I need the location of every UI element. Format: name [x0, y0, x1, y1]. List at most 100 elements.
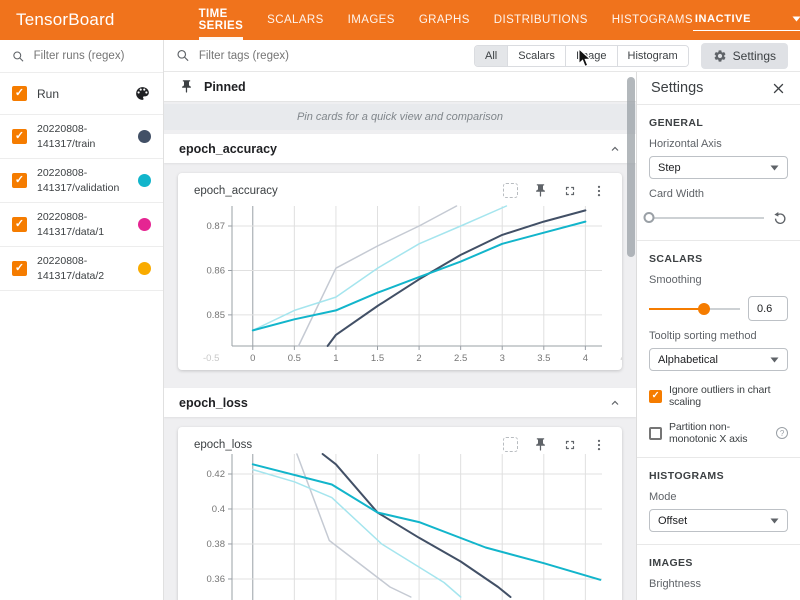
- close-icon[interactable]: [771, 81, 786, 96]
- svg-text:0.5: 0.5: [288, 353, 301, 364]
- pin-hint-banner: Pin cards for a quick view and compariso…: [164, 104, 636, 130]
- svg-text:0: 0: [250, 353, 255, 364]
- filter-histogram-button[interactable]: Histogram: [617, 46, 688, 66]
- mouse-cursor: [578, 48, 592, 68]
- settings-button[interactable]: Settings: [701, 43, 788, 69]
- tooltip-sorting-select[interactable]: Alphabetical: [649, 348, 788, 371]
- card-width-slider[interactable]: [649, 211, 764, 225]
- filter-scalars-button[interactable]: Scalars: [507, 46, 565, 66]
- tags-toolbar: All Scalars Image Histogram Settings: [164, 40, 800, 72]
- svg-text:2: 2: [416, 353, 421, 364]
- app-logo: TensorBoard: [16, 10, 115, 30]
- filter-tags-input[interactable]: [199, 50, 474, 62]
- search-icon: [12, 49, 25, 64]
- app-header: TensorBoard TIME SERIES SCALARS IMAGES G…: [0, 0, 800, 40]
- svg-text:-0.5: -0.5: [203, 353, 219, 364]
- tab-time-series[interactable]: TIME SERIES: [199, 0, 244, 40]
- histogram-mode-select[interactable]: Offset: [649, 509, 788, 532]
- run-label: 20220808-141317/train: [37, 122, 95, 151]
- scalar-card-epoch-loss: epoch_loss: [178, 427, 622, 600]
- chevron-down-icon: [770, 518, 779, 524]
- run-status-value: INACTIVE: [695, 13, 751, 25]
- chevron-up-icon[interactable]: [609, 143, 621, 155]
- section-header[interactable]: epoch_accuracy: [164, 134, 636, 163]
- top-nav-tabs: TIME SERIES SCALARS IMAGES GRAPHS DISTRI…: [199, 0, 693, 40]
- filter-runs-input[interactable]: [34, 50, 151, 62]
- settings-section-images: IMAGES Brightness Contrast: [637, 545, 800, 600]
- smoothing-value-input[interactable]: 0.6: [748, 296, 788, 321]
- chevron-up-icon[interactable]: [609, 397, 621, 409]
- pin-icon: [179, 79, 194, 94]
- svg-text:0.4: 0.4: [212, 504, 225, 515]
- svg-text:0.42: 0.42: [207, 469, 226, 480]
- select-all-runs-checkbox[interactable]: [12, 86, 27, 101]
- horizontal-axis-select[interactable]: Step: [649, 156, 788, 179]
- pin-icon[interactable]: [533, 183, 548, 198]
- settings-section-general: GENERAL Horizontal Axis Step Card Width: [637, 105, 800, 241]
- run-checkbox[interactable]: [12, 129, 27, 144]
- svg-text:4: 4: [583, 353, 588, 364]
- run-label: 20220808-141317/data/2: [37, 254, 104, 283]
- run-label: 20220808-141317/data/1: [37, 210, 104, 239]
- fullscreen-icon[interactable]: [563, 438, 577, 452]
- scalar-card-epoch-accuracy: epoch_accuracy: [178, 173, 622, 370]
- ignore-outliers-row[interactable]: Ignore outliers in chart scaling: [649, 384, 788, 408]
- pin-icon[interactable]: [533, 437, 548, 452]
- run-row[interactable]: 20220808-141317/data/2: [0, 247, 163, 291]
- help-icon[interactable]: ?: [776, 427, 788, 439]
- fullscreen-icon[interactable]: [563, 184, 577, 198]
- run-row[interactable]: 20220808-141317/data/1: [0, 203, 163, 247]
- run-color-dot: [138, 218, 151, 231]
- header-actions: INACTIVE ?: [693, 10, 800, 31]
- tab-graphs[interactable]: GRAPHS: [419, 0, 470, 40]
- partition-x-axis-checkbox[interactable]: [649, 427, 662, 440]
- filter-all-button[interactable]: All: [475, 46, 507, 66]
- chevron-down-icon: [770, 165, 779, 171]
- section-header[interactable]: epoch_loss: [164, 388, 636, 417]
- tab-distributions[interactable]: DISTRIBUTIONS: [494, 0, 588, 40]
- svg-text:2.5: 2.5: [454, 353, 467, 364]
- svg-text:0.36: 0.36: [207, 574, 226, 585]
- settings-panel: Settings GENERAL Horizontal Axis Step Ca…: [636, 72, 800, 600]
- run-checkbox[interactable]: [12, 173, 27, 188]
- fit-domain-icon[interactable]: [503, 183, 518, 198]
- pinned-label: Pinned: [204, 80, 246, 94]
- svg-text:3.5: 3.5: [537, 353, 550, 364]
- ignore-outliers-checkbox[interactable]: [649, 390, 662, 403]
- run-checkbox[interactable]: [12, 217, 27, 232]
- pinned-section-header: Pinned: [164, 72, 636, 102]
- more-options-icon[interactable]: [592, 184, 606, 198]
- run-list-header: Run: [0, 73, 163, 115]
- run-status-dropdown[interactable]: INACTIVE: [693, 10, 800, 31]
- search-icon: [176, 48, 190, 63]
- run-color-dot: [138, 262, 151, 275]
- run-row[interactable]: 20220808-141317/validation: [0, 159, 163, 203]
- settings-section-scalars: SCALARS Smoothing 0.6 Tooltip sorting me…: [637, 241, 800, 458]
- svg-text:1: 1: [333, 353, 338, 364]
- cards-scroll-area: Pinned Pin cards for a quick view and co…: [164, 72, 636, 600]
- tab-scalars[interactable]: SCALARS: [267, 0, 324, 40]
- partition-x-axis-row[interactable]: Partition non-monotonic X axis ?: [649, 421, 788, 445]
- section-epoch-loss: epoch_loss epoch_loss: [164, 388, 636, 600]
- svg-text:4.5: 4.5: [620, 353, 622, 364]
- tab-images[interactable]: IMAGES: [348, 0, 395, 40]
- run-label: 20220808-141317/validation: [37, 166, 119, 195]
- run-checkbox[interactable]: [12, 261, 27, 276]
- svg-text:0.85: 0.85: [207, 310, 226, 321]
- tab-histograms[interactable]: HISTOGRAMS: [612, 0, 693, 40]
- smoothing-slider[interactable]: [649, 302, 740, 316]
- run-color-dot: [138, 174, 151, 187]
- more-options-icon[interactable]: [592, 438, 606, 452]
- svg-text:0.38: 0.38: [207, 539, 226, 550]
- gear-icon: [713, 49, 727, 63]
- reset-icon[interactable]: [772, 210, 788, 226]
- palette-icon[interactable]: [134, 85, 151, 102]
- epoch-loss-chart[interactable]: 0.36 0.38 0.4 0.42: [184, 454, 608, 600]
- epoch-accuracy-chart[interactable]: 0.850.860.8700.511.522.533.54-0.54.5: [184, 200, 608, 366]
- fit-domain-icon[interactable]: [503, 437, 518, 452]
- settings-section-histograms: HISTOGRAMS Mode Offset: [637, 458, 800, 545]
- scrollbar[interactable]: [627, 77, 635, 257]
- run-row[interactable]: 20220808-141317/train: [0, 115, 163, 159]
- svg-text:1.5: 1.5: [371, 353, 384, 364]
- settings-button-label: Settings: [733, 49, 776, 63]
